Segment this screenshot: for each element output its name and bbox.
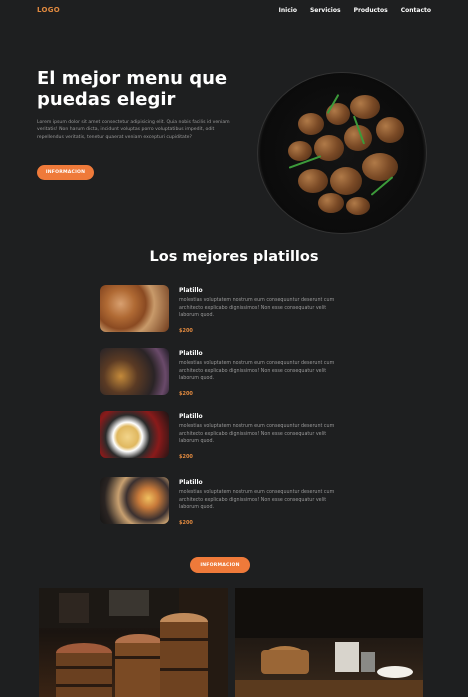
dish-name: Platillo (179, 479, 203, 486)
hero-mushroom-plate-image (258, 73, 426, 233)
info-button[interactable]: INFORMACION (190, 557, 250, 573)
dish-image (100, 285, 169, 332)
hero-info-button[interactable]: INFORMACION (37, 165, 94, 180)
dish-name: Platillo (179, 350, 203, 357)
dish-price: $200 (179, 454, 193, 460)
dish-description: molestias voluptatem nostrum eum consequ… (179, 424, 335, 445)
dish-description: molestias voluptatem nostrum eum consequ… (179, 490, 335, 511)
dish-price: $200 (179, 391, 193, 397)
kitchen-photo (235, 588, 423, 697)
dish-price: $200 (179, 328, 193, 334)
dish-description: molestias voluptatem nostrum eum consequ… (179, 361, 335, 382)
section-title: Los mejores platillos (149, 249, 319, 265)
dish-item: Platillo molestias voluptatem nostrum eu… (100, 411, 370, 461)
dish-image (100, 348, 169, 395)
nav-item-inicio[interactable]: Inicio (279, 7, 297, 14)
hero-title: El mejor menu que puedas elegir (37, 68, 228, 110)
dish-item: Platillo molestias voluptatem nostrum eu… (100, 348, 370, 398)
dish-price: $200 (179, 520, 193, 526)
dish-item: Platillo molestias voluptatem nostrum eu… (100, 477, 370, 527)
nav-item-productos[interactable]: Productos (354, 7, 388, 14)
dish-description: molestias voluptatem nostrum eum consequ… (179, 298, 335, 319)
navbar: LOGO Inicio Servicios Productos Contacto (0, 0, 468, 20)
barrels-photo (39, 588, 228, 697)
dish-image (100, 411, 169, 458)
logo[interactable]: LOGO (37, 6, 60, 14)
nav-menu: Inicio Servicios Productos Contacto (279, 7, 431, 14)
nav-item-contacto[interactable]: Contacto (401, 7, 431, 14)
dish-name: Platillo (179, 287, 203, 294)
nav-item-servicios[interactable]: Servicios (310, 7, 341, 14)
dish-name: Platillo (179, 413, 203, 420)
hero-text: Lorem ipsum dolor sit amet consectetur a… (37, 120, 230, 140)
dish-item: Platillo molestias voluptatem nostrum eu… (100, 285, 370, 335)
dish-image (100, 477, 169, 524)
